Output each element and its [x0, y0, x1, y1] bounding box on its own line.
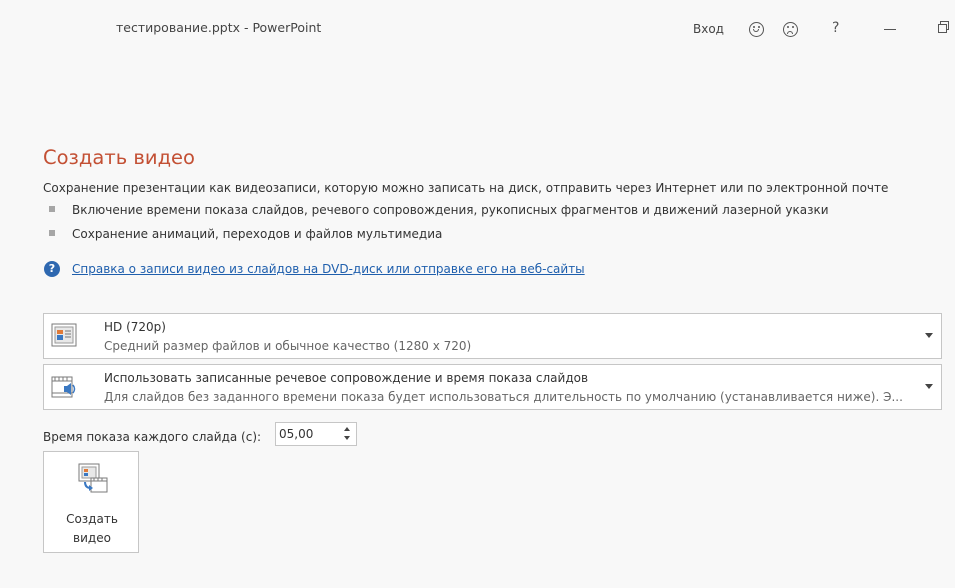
filmstrip-audio-icon: [51, 374, 77, 398]
bullet-text: Сохранение анимаций, переходов и файлов …: [72, 227, 443, 241]
description-text: Сохранение презентации как видеозаписи, …: [43, 181, 889, 195]
bullet-icon: [49, 206, 55, 212]
narration-dropdown[interactable]: Использовать записанные речевое сопровож…: [43, 364, 942, 410]
create-video-label-line2: видео: [73, 531, 111, 545]
restore-icon[interactable]: [938, 21, 949, 33]
create-video-button[interactable]: Создать видео: [43, 451, 139, 553]
signin-link[interactable]: Вход: [693, 22, 724, 36]
chevron-down-icon: [925, 333, 933, 338]
quality-sub-label: Средний размер файлов и обычное качество…: [104, 339, 472, 353]
create-video-label: Создать видео: [44, 510, 140, 548]
page-title: Создать видео: [43, 146, 195, 169]
frown-icon[interactable]: [783, 22, 798, 37]
chevron-down-icon: [925, 384, 933, 389]
slide-time-input[interactable]: [279, 426, 334, 442]
bullet-icon: [49, 230, 55, 236]
create-video-label-line1: Создать: [66, 512, 118, 526]
narration-sub-label: Для слайдов без заданного времени показа…: [104, 390, 903, 404]
narration-main-label: Использовать записанные речевое сопровож…: [104, 371, 589, 385]
spin-up-icon[interactable]: [344, 427, 350, 431]
quality-dropdown[interactable]: HD (720p) Средний размер файлов и обычно…: [43, 313, 942, 359]
question-circle-icon: ?: [44, 261, 60, 277]
help-link[interactable]: Справка о записи видео из слайдов на DVD…: [72, 262, 585, 276]
bullet-text: Включение времени показа слайдов, речево…: [72, 203, 829, 217]
slide-time-stepper[interactable]: [275, 422, 357, 446]
window-controls: Вход ?: [0, 14, 955, 44]
help-button[interactable]: ?: [832, 20, 839, 36]
smile-icon[interactable]: [749, 22, 764, 37]
minimize-icon[interactable]: [884, 29, 896, 30]
title-bar: тестирование.pptx - PowerPoint Вход ?: [0, 0, 955, 60]
presentation-quality-icon: [51, 323, 77, 347]
create-video-icon: [77, 462, 109, 494]
quality-main-label: HD (720p): [104, 320, 166, 334]
slide-time-label: Время показа каждого слайда (с):: [43, 430, 262, 444]
spin-down-icon[interactable]: [344, 436, 350, 440]
